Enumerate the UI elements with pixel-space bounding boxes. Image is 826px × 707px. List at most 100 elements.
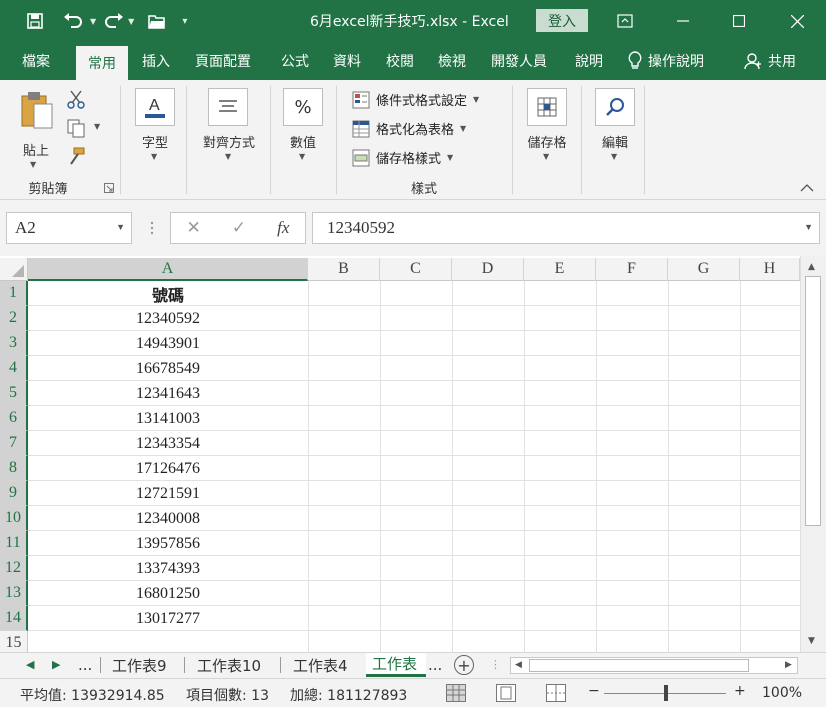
row-header[interactable]: 8	[0, 456, 28, 481]
scroll-up-icon[interactable]: ▲	[808, 262, 815, 272]
share-button[interactable]: 共用	[744, 42, 796, 80]
status-average[interactable]: 平均值: 13932914.85	[20, 685, 165, 705]
page-layout-view-icon[interactable]	[496, 684, 516, 702]
column-header-a[interactable]: A	[28, 258, 308, 281]
normal-view-icon[interactable]	[446, 684, 466, 702]
cell-a6[interactable]: 13141003	[28, 406, 308, 431]
column-header-e[interactable]: E	[524, 258, 596, 281]
add-sheet-icon[interactable]: +	[454, 655, 474, 675]
next-sheet-icon[interactable]: ▶	[52, 658, 60, 671]
cell-a14[interactable]: 13017277	[28, 606, 308, 631]
zoom-out-icon[interactable]: −	[588, 683, 600, 699]
cell-a2[interactable]: 12340592	[28, 306, 308, 331]
open-folder-icon[interactable]	[144, 8, 170, 34]
scroll-left-icon[interactable]: ◀	[515, 660, 522, 670]
tab-insert[interactable]: 插入	[142, 42, 170, 80]
cell-a9[interactable]: 12721591	[28, 481, 308, 506]
row-header[interactable]: 2	[0, 306, 28, 331]
column-header-d[interactable]: D	[452, 258, 524, 281]
cell-a7[interactable]: 12343354	[28, 431, 308, 456]
tab-file[interactable]: 檔案	[22, 42, 50, 80]
tab-page-layout[interactable]: 頁面配置	[195, 42, 251, 80]
status-count[interactable]: 項目個數: 13	[186, 685, 269, 705]
prev-sheet-icon[interactable]: ◀	[26, 658, 34, 671]
format-as-table-button[interactable]: 格式化為表格 ▼	[352, 119, 466, 138]
zoom-slider-thumb[interactable]	[664, 685, 668, 701]
row-header[interactable]: 15	[0, 631, 28, 652]
cell-a5[interactable]: 12341643	[28, 381, 308, 406]
row-header[interactable]: 12	[0, 556, 28, 581]
font-button[interactable]: A 字型 ▼	[133, 86, 177, 172]
editing-button[interactable]: 編輯 ▼	[592, 86, 638, 172]
cell-a4[interactable]: 16678549	[28, 356, 308, 381]
column-header-b[interactable]: B	[308, 258, 380, 281]
undo-dropdown-icon[interactable]: ▼	[90, 17, 96, 26]
sheet-overflow-right[interactable]: ...	[428, 653, 442, 677]
status-sum[interactable]: 加總: 181127893	[290, 685, 407, 705]
redo-icon[interactable]	[102, 8, 126, 34]
tab-review[interactable]: 校閱	[386, 42, 414, 80]
cell-a12[interactable]: 13374393	[28, 556, 308, 581]
maximize-icon[interactable]	[716, 6, 762, 36]
sheet-tab-active[interactable]: 工作表	[366, 653, 426, 677]
column-header-g[interactable]: G	[668, 258, 740, 281]
cells-button[interactable]: 儲存格 ▼	[522, 86, 572, 172]
cell-a11[interactable]: 13957856	[28, 531, 308, 556]
row-header[interactable]: 9	[0, 481, 28, 506]
undo-icon[interactable]	[58, 8, 88, 34]
tab-view[interactable]: 檢視	[438, 42, 466, 80]
row-header[interactable]: 10	[0, 506, 28, 531]
page-break-view-icon[interactable]	[546, 684, 566, 702]
scroll-down-icon[interactable]: ▼	[808, 636, 815, 646]
name-box[interactable]: A2 ▼	[6, 212, 132, 244]
chevron-down-icon[interactable]: ▼	[116, 222, 125, 232]
column-header-f[interactable]: F	[596, 258, 668, 281]
tab-help[interactable]: 說明	[575, 42, 603, 80]
select-all-button[interactable]	[0, 258, 28, 281]
cell-a15[interactable]	[28, 631, 308, 652]
row-header[interactable]: 7	[0, 431, 28, 456]
scroll-thumb[interactable]	[805, 276, 821, 526]
sheet-tab[interactable]: 工作表9	[112, 653, 167, 677]
row-header[interactable]: 6	[0, 406, 28, 431]
row-header[interactable]: 3	[0, 331, 28, 356]
column-header-h[interactable]: H	[740, 258, 800, 281]
cell-styles-button[interactable]: 儲存格樣式 ▼	[352, 148, 453, 167]
scroll-right-icon[interactable]: ▶	[785, 660, 792, 670]
save-icon[interactable]	[22, 8, 48, 34]
ribbon-display-icon[interactable]	[602, 6, 648, 36]
horizontal-scrollbar[interactable]: ◀ ▶	[510, 657, 798, 674]
tab-data[interactable]: 資料	[333, 42, 361, 80]
expand-formula-icon[interactable]: ▼	[804, 222, 813, 232]
collapse-ribbon-icon[interactable]	[800, 182, 814, 192]
cell-a3[interactable]: 14943901	[28, 331, 308, 356]
row-header[interactable]: 11	[0, 531, 28, 556]
copy-icon[interactable]: ▼	[66, 118, 106, 138]
row-header[interactable]: 14	[0, 606, 28, 631]
row-header[interactable]: 5	[0, 381, 28, 406]
sheet-tab[interactable]: 工作表10	[197, 653, 261, 677]
vertical-scrollbar[interactable]: ▲ ▼	[800, 256, 826, 652]
zoom-in-icon[interactable]: +	[734, 683, 746, 699]
format-painter-icon[interactable]	[66, 146, 86, 166]
clipboard-launcher-icon[interactable]	[104, 182, 114, 193]
tab-formulas[interactable]: 公式	[281, 42, 309, 80]
scroll-thumb[interactable]	[529, 659, 749, 672]
cell-a10[interactable]: 12340008	[28, 506, 308, 531]
conditional-formatting-button[interactable]: 條件式格式設定 ▼	[352, 90, 479, 109]
paste-button[interactable]: 貼上 ▼	[14, 88, 58, 172]
row-header[interactable]: 13	[0, 581, 28, 606]
close-icon[interactable]	[774, 6, 820, 36]
number-button[interactable]: % 數值 ▼	[281, 86, 325, 172]
minimize-icon[interactable]	[660, 6, 706, 36]
enter-icon[interactable]: ✓	[232, 218, 246, 238]
worksheet-grid[interactable]: A B C D E F G H 1 2 3 4 5 6 7 8 9 10 11 …	[0, 256, 826, 652]
insert-function-icon[interactable]: fx	[277, 218, 289, 238]
cell-a1[interactable]: 號碼	[28, 281, 308, 306]
cell-a8[interactable]: 17126476	[28, 456, 308, 481]
tell-me[interactable]: 操作說明	[628, 42, 704, 80]
row-header[interactable]: 1	[0, 281, 28, 306]
column-header-c[interactable]: C	[380, 258, 452, 281]
formula-input[interactable]: 12340592 ▼	[312, 212, 820, 244]
cancel-icon[interactable]: ✕	[187, 218, 201, 238]
